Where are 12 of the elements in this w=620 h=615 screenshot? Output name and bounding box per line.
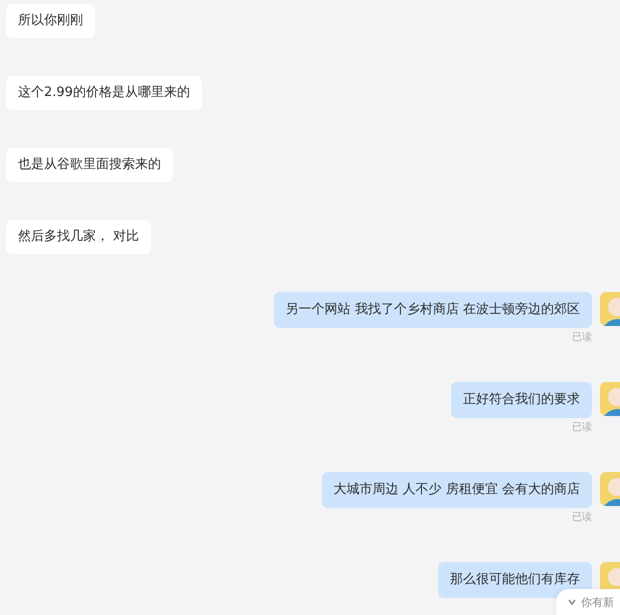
message-bubble: 那么很可能他们有库存	[438, 562, 592, 598]
read-receipt: 已读	[572, 421, 592, 434]
message-bubble: 所以你刚刚	[6, 4, 95, 38]
message-bubble: 也是从谷歌里面搜索来的	[6, 148, 173, 182]
read-receipt: 已读	[572, 511, 592, 524]
new-message-button[interactable]: 你有新	[556, 589, 620, 615]
message-bubble: 正好符合我们的要求	[451, 382, 592, 418]
read-receipt: 已读	[572, 331, 592, 344]
message-bubble: 这个2.99的价格是从哪里来的	[6, 76, 202, 110]
message-bubble: 大城市周边 人不少 房租便宜 会有大的商店	[322, 472, 592, 508]
message-bubble: 然后多找几家， 对比	[6, 220, 152, 254]
message-bubble: 另一个网站 我找了个乡村商店 在波士顿旁边的郊区	[274, 292, 592, 328]
